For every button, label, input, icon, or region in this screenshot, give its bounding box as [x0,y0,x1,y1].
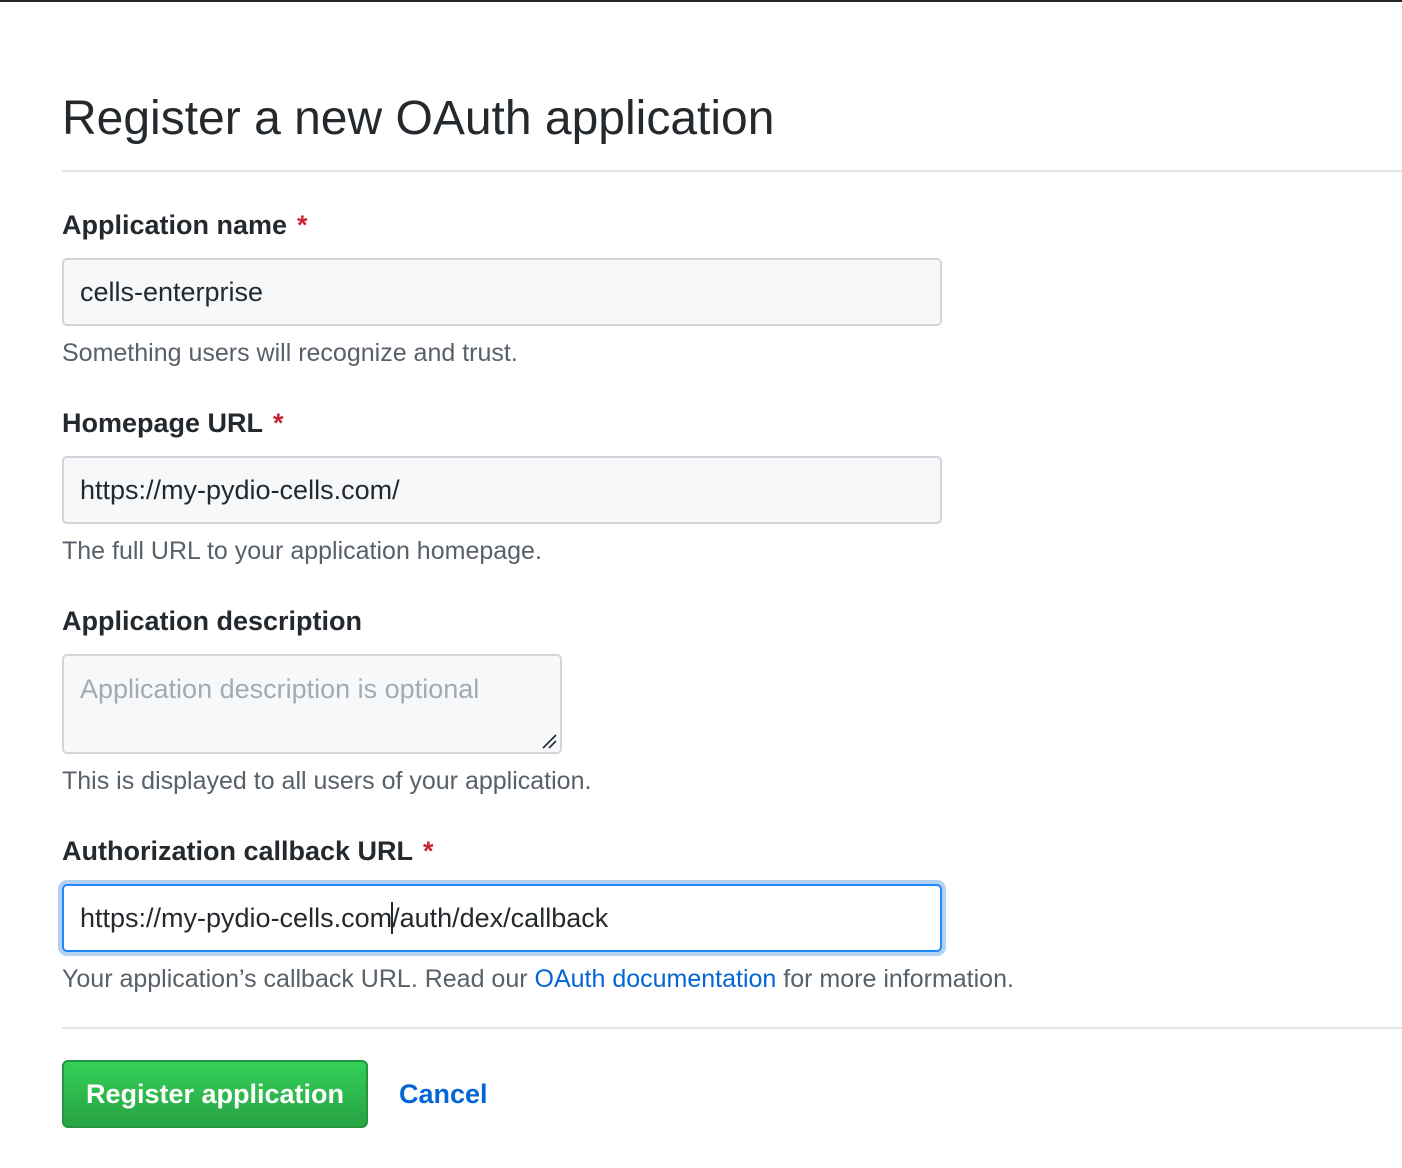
homepage-url-label: Homepage URL * [62,406,284,440]
register-application-button[interactable]: Register application [62,1060,368,1128]
page-title: Register a new OAuth application [62,92,775,145]
app-name-input[interactable]: cells-enterprise [62,258,942,326]
app-name-label: Application name * [62,208,308,242]
footer-divider [62,1027,1402,1029]
required-marker: * [423,836,434,866]
top-border [0,0,1402,2]
callback-url-value-before-caret: https://my-pydio-cells.com [80,902,393,933]
callback-help-text-before: Your application’s callback URL. Read ou… [62,965,528,993]
app-name-help: Something users will recognize and trust… [62,339,518,367]
callback-url-help: Your application’s callback URL. Read ou… [62,963,1014,995]
cancel-button[interactable]: Cancel [399,1076,488,1112]
homepage-url-label-text: Homepage URL [62,408,264,438]
app-description-textarea[interactable]: Application description is optional [62,654,562,754]
homepage-url-input[interactable]: https://my-pydio-cells.com/ [62,456,942,524]
app-description-label: Application description [62,604,362,638]
resize-handle-icon[interactable] [541,733,557,749]
app-name-input-value: cells-enterprise [80,276,264,307]
homepage-url-input-value: https://my-pydio-cells.com/ [80,474,400,505]
app-description-help: This is displayed to all users of your a… [62,767,592,795]
homepage-url-help: The full URL to your application homepag… [62,537,542,565]
oauth-documentation-link[interactable]: OAuth documentation [535,965,777,993]
app-description-label-text: Application description [62,606,363,636]
callback-help-text-after: for more information. [783,965,1014,993]
required-marker: * [297,210,308,240]
callback-url-label-text: Authorization callback URL [62,836,414,866]
app-description-placeholder: Application description is optional [80,674,480,704]
app-name-label-text: Application name [62,210,288,240]
callback-url-value-after-caret: /auth/dex/callback [392,902,609,933]
header-divider [62,170,1402,172]
callback-url-label: Authorization callback URL * [62,834,434,868]
required-marker: * [273,408,284,438]
callback-url-input[interactable]: https://my-pydio-cells.com/auth/dex/call… [62,884,942,952]
